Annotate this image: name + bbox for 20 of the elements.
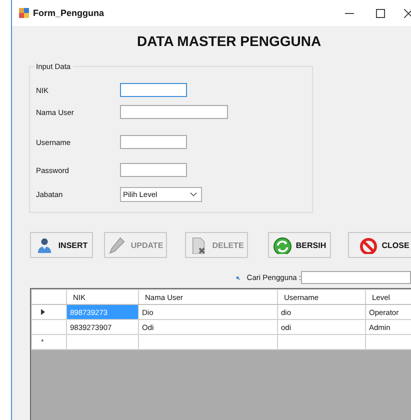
search-field[interactable] — [301, 271, 411, 284]
refresh-icon — [272, 236, 292, 254]
caret-icon — [190, 192, 197, 196]
app-icon — [19, 8, 29, 18]
input-field[interactable] — [120, 83, 187, 97]
form-heading: DATA MASTER PENGGUNA — [137, 33, 322, 49]
input-field[interactable] — [120, 135, 187, 149]
row-header[interactable] — [32, 304, 66, 320]
input-field[interactable] — [120, 163, 187, 177]
maximize-icon[interactable] — [376, 9, 385, 18]
input-field[interactable] — [120, 105, 228, 119]
current-row-icon — [41, 309, 45, 315]
action-button[interactable]: BERSIH — [268, 232, 331, 258]
window-title: Form_Pengguna — [33, 8, 104, 18]
action-button[interactable]: CLOSE — [348, 232, 411, 258]
row-header — [32, 290, 66, 304]
no-entry-icon — [358, 236, 378, 254]
pencil-icon — [108, 236, 127, 254]
close-icon[interactable] — [404, 9, 411, 18]
action-button[interactable]: INSERT — [30, 232, 93, 258]
